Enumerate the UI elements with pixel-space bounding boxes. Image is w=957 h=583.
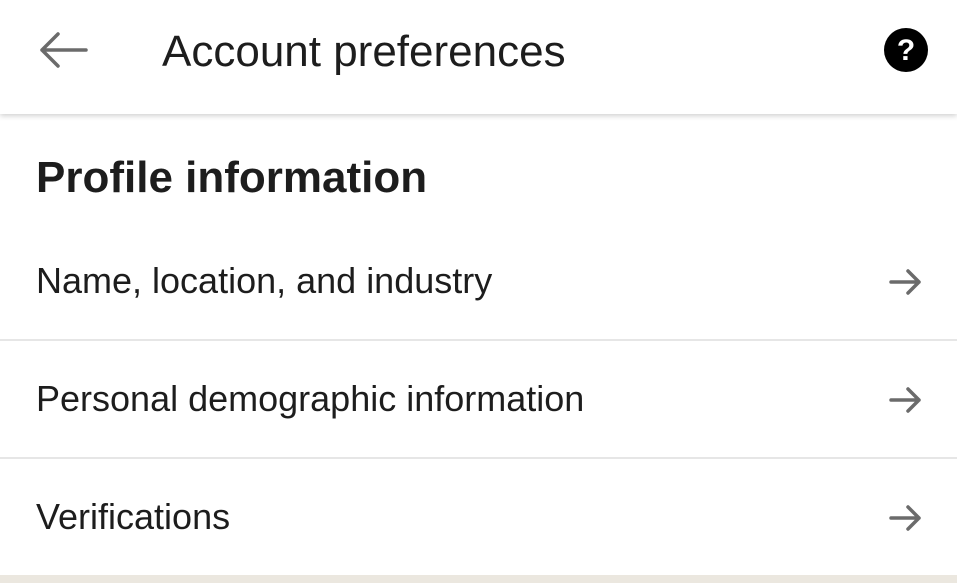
list-item-personal-demographic[interactable]: Personal demographic information [0, 341, 957, 459]
help-circle-icon: ? [883, 27, 929, 78]
account-preferences-screen: Account preferences ? Profile informatio… [0, 0, 957, 583]
list-item-verifications[interactable]: Verifications [0, 459, 957, 575]
app-bar: Account preferences ? [0, 0, 957, 114]
arrow-left-icon [36, 30, 88, 75]
page-title: Account preferences [162, 27, 566, 76]
arrow-right-icon [886, 383, 926, 417]
settings-list: Name, location, and industry Personal de… [0, 223, 957, 575]
content-panel: Profile information Name, location, and … [0, 114, 957, 575]
back-button[interactable] [26, 22, 98, 82]
list-item-label: Personal demographic information [36, 378, 585, 419]
arrow-right-icon [886, 265, 926, 299]
help-button[interactable]: ? [876, 22, 936, 82]
list-item-label: Verifications [36, 496, 231, 537]
arrow-right-icon [886, 501, 926, 535]
section-title: Profile information [36, 153, 428, 202]
list-item-label: Name, location, and industry [36, 260, 493, 301]
list-item-name-location-industry[interactable]: Name, location, and industry [0, 223, 957, 341]
svg-text:?: ? [897, 34, 915, 67]
bottom-background-strip [0, 575, 957, 583]
